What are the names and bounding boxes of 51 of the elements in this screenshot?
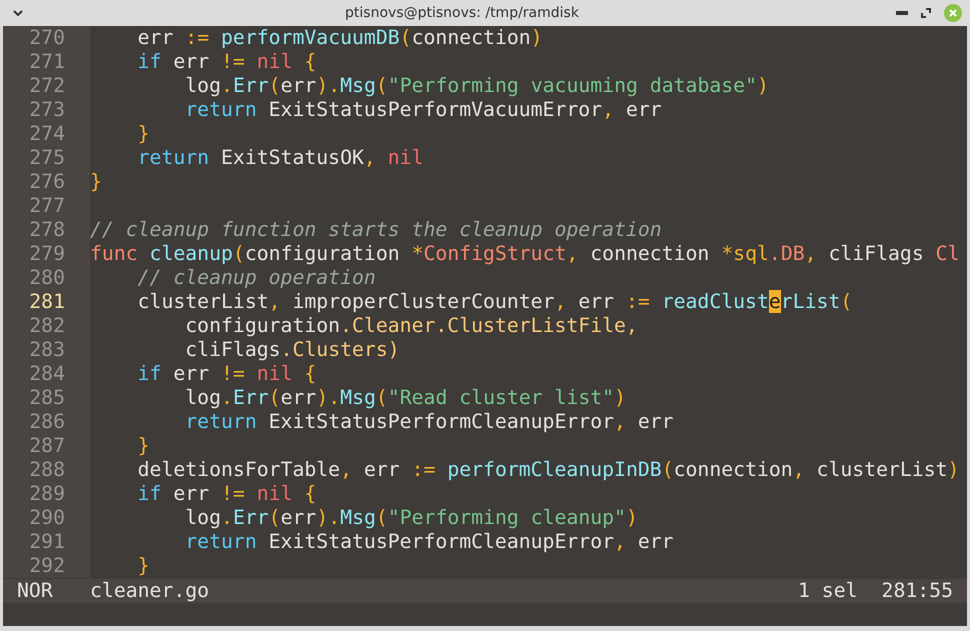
code-line: return ExitStatusOK, nil	[136, 146, 424, 170]
line-number: 290	[3, 506, 90, 530]
code-line: // cleanup function starts the cleanup operation	[90, 218, 662, 242]
line-number: 289	[3, 482, 90, 506]
restore-icon[interactable]	[920, 7, 932, 19]
line-number: 278	[3, 218, 90, 242]
file-name: cleaner.go	[90, 579, 210, 603]
line-number: 270	[3, 26, 90, 50]
code-line: if err != nil {	[136, 50, 316, 74]
code-line: func cleanup(configuration *ConfigStruct, connection *sql.DB, cliFlags Cl	[90, 242, 960, 266]
code-line: deletionsForTable, err := performCleanupInDB(connection, clusterList)	[136, 458, 960, 482]
selection-count: 1 sel	[798, 579, 858, 603]
code-line: }	[136, 122, 150, 146]
code-line: log.Err(err).Msg("Performing vacuuming database")	[184, 74, 769, 98]
code-line: }	[136, 554, 150, 578]
line-number: 272	[3, 74, 90, 98]
line-number: 284	[3, 362, 90, 386]
line-number: 286	[3, 410, 90, 434]
line-number: 283	[3, 338, 90, 362]
code-line: err := performVacuumDB(connection)	[136, 26, 543, 50]
code-line: return ExitStatusPerformVacuumError, err	[184, 98, 662, 122]
mode-indicator: NOR	[17, 579, 54, 603]
line-number: 287	[3, 434, 90, 458]
line-number: 274	[3, 122, 90, 146]
line-number: 288	[3, 458, 90, 482]
code-line: cliFlags.Clusters)	[184, 338, 400, 362]
code-line: if err != nil {	[136, 362, 316, 386]
code-line: if err != nil {	[136, 482, 316, 506]
line-number: 292	[3, 554, 90, 578]
line-number: 280	[3, 266, 90, 290]
line-number: 277	[3, 194, 90, 218]
code-line: return ExitStatusPerformCleanupError, err	[184, 530, 674, 554]
line-number: 271	[3, 50, 90, 74]
line-number: 285	[3, 386, 90, 410]
code-line: // cleanup operation	[136, 266, 376, 290]
code-line: log.Err(err).Msg("Read cluster list")	[184, 386, 626, 410]
cursor-position: 281:55	[882, 579, 953, 603]
line-number: 273	[3, 98, 90, 122]
window-title: ptisnovs@ptisnovs: /tmp/ramdisk	[344, 4, 580, 22]
line-number: 275	[3, 146, 90, 170]
code-line: return ExitStatusPerformCleanupError, err	[184, 410, 674, 434]
line-number: 279	[3, 242, 90, 266]
line-number: 281	[3, 290, 90, 314]
line-number: 291	[3, 530, 90, 554]
line-number: 276	[3, 170, 90, 194]
code-line: clusterList, improperClusterCounter, err := readCluste rList(	[136, 290, 852, 314]
code-line: log.Err(err).Msg("Performing cleanup")	[184, 506, 638, 530]
code-line: }	[90, 170, 102, 194]
code-line: }	[136, 434, 150, 458]
line-number: 282	[3, 314, 90, 338]
code-line: configuration.Cleaner.ClusterListFile,	[184, 314, 638, 338]
